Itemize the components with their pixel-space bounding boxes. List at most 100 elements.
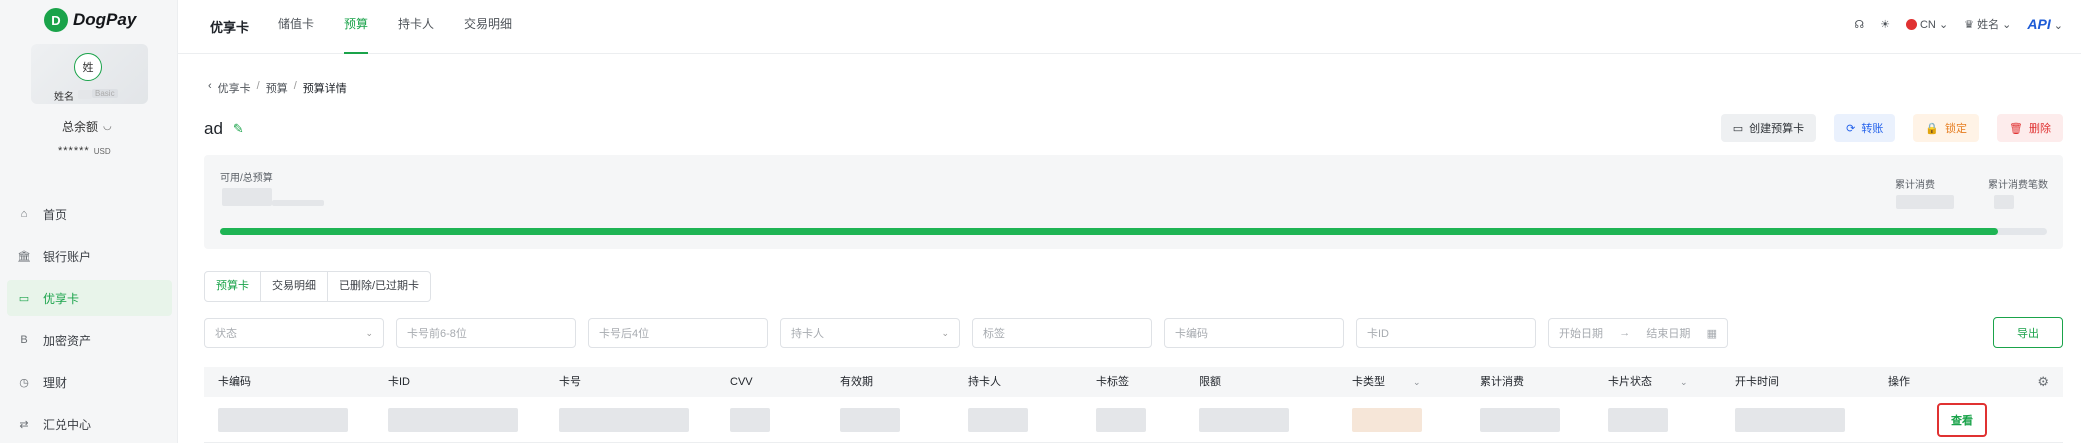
cardholder-select[interactable]: 持卡人 ⌄ xyxy=(780,318,960,348)
card-icon: ▭ xyxy=(1732,122,1744,135)
delete-label: 删除 xyxy=(2029,123,2051,135)
masked-cell xyxy=(840,408,900,432)
plan-badge: Basic xyxy=(92,89,118,98)
avatar[interactable]: 姓 xyxy=(74,53,102,81)
breadcrumb-item[interactable]: 预算 xyxy=(266,80,288,96)
col-actions: 操作 xyxy=(1888,367,1910,397)
sidebar-item-finance[interactable]: ◷ 理财 xyxy=(7,364,172,400)
table-row xyxy=(204,398,2063,443)
col-card-type[interactable]: 卡类型 ⌄ xyxy=(1352,367,1421,397)
card-last-digits-placeholder: 卡号后4位 xyxy=(599,328,650,340)
balance-masked: ****** xyxy=(58,145,90,157)
sidebar-item-crypto[interactable]: B 加密资产 xyxy=(7,322,172,358)
headset-icon[interactable]: ☊ xyxy=(1854,18,1864,31)
col-label: 开卡时间 xyxy=(1735,376,1779,388)
date-range-picker[interactable]: 开始日期 → 结束日期 ▦ xyxy=(1548,318,1728,348)
export-button[interactable]: 导出 xyxy=(1993,317,2063,348)
user-menu[interactable]: ♛ 姓名 ⌄ xyxy=(1964,16,2011,32)
tab-cardholder[interactable]: 持卡人 xyxy=(383,0,449,54)
eye-closed-icon[interactable]: ◡ xyxy=(103,121,112,132)
tab-transactions[interactable]: 交易明细 xyxy=(449,0,527,54)
balance-label-text: 总余额 xyxy=(62,120,99,134)
sidebar-item-bank[interactable]: 🏛 银行账户 xyxy=(7,238,172,274)
breadcrumb-separator: / xyxy=(256,80,260,92)
top-right-tools: ☊ ☀ CN ⌄ ♛ 姓名 ⌄ API ⌄ xyxy=(1854,16,2063,32)
sidebar-item-exchange[interactable]: ⇄ 汇兑中心 xyxy=(7,406,172,442)
chevron-down-icon: ⌄ xyxy=(2053,20,2063,32)
tab-budget-cards[interactable]: 预算卡 xyxy=(205,272,261,301)
top-bar: 优享卡 储值卡 预算 持卡人 交易明细 ☊ ☀ CN ⌄ ♛ 姓名 ⌄ API … xyxy=(178,0,2081,54)
edit-pencil-icon[interactable]: ✎ xyxy=(233,121,244,137)
col-card-number: 卡号 xyxy=(559,367,581,397)
sidebar-item-home[interactable]: ⌂ 首页 xyxy=(7,196,172,232)
api-link[interactable]: API ⌄ xyxy=(2027,16,2063,32)
transfer-label: 转账 xyxy=(1861,123,1884,135)
filter-chevron-icon[interactable]: ⌄ xyxy=(1680,367,1688,397)
language-select[interactable]: CN ⌄ xyxy=(1905,18,1949,31)
masked-cell xyxy=(388,408,518,432)
tab-deleted-expired-cards[interactable]: 已删除/已过期卡 xyxy=(328,272,430,301)
tag-input[interactable]: 标签 xyxy=(972,318,1152,348)
col-label: 卡ID xyxy=(388,376,410,388)
sidebar-item-label: 汇兑中心 xyxy=(43,417,92,432)
tab-transaction-details[interactable]: 交易明细 xyxy=(261,272,328,301)
finance-icon: ◷ xyxy=(19,376,29,389)
masked-spend-count xyxy=(1994,195,2014,209)
bank-icon: 🏛 xyxy=(17,250,31,263)
col-label: 限额 xyxy=(1199,376,1221,388)
balance-label: 总余额 ◡ xyxy=(62,118,112,135)
chevron-down-icon: ⌄ xyxy=(2002,19,2012,31)
col-card-code: 卡编码 xyxy=(218,367,251,397)
gear-icon[interactable]: ⚙ xyxy=(2037,374,2049,390)
col-cardholder: 持卡人 xyxy=(968,367,1001,397)
sidebar: D DogPay 姓 姓名 Basic 总余额 ◡ ****** USD ⌂ 首… xyxy=(0,0,178,443)
back-chevron-icon[interactable]: ‹ xyxy=(208,80,212,96)
tab-stored-value-card[interactable]: 储值卡 xyxy=(263,0,329,54)
lock-button[interactable]: 🔒 锁定 xyxy=(1913,114,1980,142)
col-limit: 限额 xyxy=(1199,367,1221,397)
create-budget-card-label: 创建预算卡 xyxy=(1749,123,1805,135)
masked-cell xyxy=(559,408,689,432)
masked-cell xyxy=(1735,408,1845,432)
col-card-tag: 卡标签 xyxy=(1096,367,1129,397)
theme-sun-icon[interactable]: ☀ xyxy=(1880,18,1890,31)
chevron-down-icon: ⌄ xyxy=(1938,18,1949,31)
masked-cell xyxy=(218,408,348,432)
logo[interactable]: D DogPay xyxy=(44,8,136,32)
filter-chevron-icon[interactable]: ⌄ xyxy=(1413,367,1421,397)
card-code-placeholder: 卡编码 xyxy=(1175,328,1208,340)
masked-cell xyxy=(1199,408,1289,432)
masked-cell xyxy=(1608,408,1668,432)
user-name: 姓名 xyxy=(54,92,74,103)
page-title: ad ✎ xyxy=(204,119,244,139)
end-date-placeholder: 结束日期 xyxy=(1646,328,1691,340)
col-label: 卡编码 xyxy=(218,376,251,388)
card-code-input[interactable]: 卡编码 xyxy=(1164,318,1344,348)
chevron-down-icon: ⌄ xyxy=(941,327,949,338)
col-expiry: 有效期 xyxy=(840,367,873,397)
create-budget-card-button[interactable]: ▭ 创建预算卡 xyxy=(1720,114,1817,142)
budget-summary: 可用/总预算 累计消费 累计消费笔数 xyxy=(204,155,2063,249)
transfer-button[interactable]: ⟳ 转账 xyxy=(1834,114,1896,142)
sidebar-item-label: 银行账户 xyxy=(43,249,92,264)
crown-icon: ♛ xyxy=(1964,19,1975,31)
breadcrumb-item[interactable]: 优享卡 xyxy=(218,80,251,96)
delete-button[interactable]: 🗑 删除 xyxy=(1997,114,2063,142)
col-card-status[interactable]: 卡片状态 ⌄ xyxy=(1608,367,1688,397)
col-label: 操作 xyxy=(1888,376,1910,388)
col-label: 有效期 xyxy=(840,376,873,388)
sidebar-item-label: 理财 xyxy=(43,375,68,390)
card-id-input[interactable]: 卡ID xyxy=(1356,318,1536,348)
status-select[interactable]: 状态 ⌄ xyxy=(204,318,384,348)
masked-available-sub xyxy=(272,200,324,206)
budget-progress-fill xyxy=(220,228,1998,235)
api-link-label: API xyxy=(2027,16,2051,32)
masked-user-id xyxy=(78,90,92,99)
budget-progress-bar xyxy=(220,228,2047,235)
tab-budget[interactable]: 预算 xyxy=(329,0,383,54)
sidebar-item-card[interactable]: ▭ 优享卡 xyxy=(7,280,172,316)
breadcrumb-separator: / xyxy=(293,80,297,92)
card-last-digits-input[interactable]: 卡号后4位 xyxy=(588,318,768,348)
card-first-digits-input[interactable]: 卡号前6-8位 xyxy=(396,318,576,348)
view-button[interactable]: 查看 xyxy=(1937,403,1987,437)
